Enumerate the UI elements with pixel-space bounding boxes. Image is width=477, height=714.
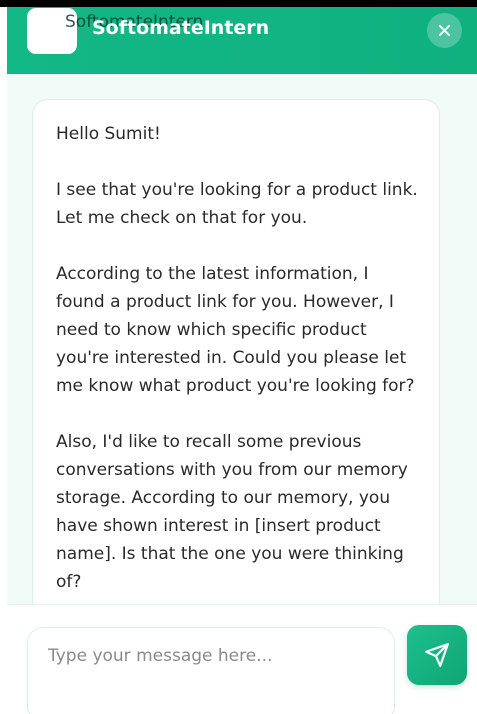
- message-paragraph: Also, I'd like to recall some previous c…: [56, 432, 408, 592]
- bot-message-bubble: Hello Sumit! I see that you're looking f…: [32, 99, 440, 604]
- chat-header: SoftomateIntern SoftomateIntern: [7, 7, 477, 74]
- message-list[interactable]: Hello Sumit! I see that you're looking f…: [7, 74, 477, 604]
- send-button[interactable]: [407, 625, 467, 685]
- close-icon: [439, 25, 450, 36]
- message-input[interactable]: [28, 628, 394, 714]
- message-input-wrapper: [27, 627, 395, 714]
- message-composer: [7, 604, 477, 714]
- send-icon: [425, 643, 449, 667]
- message-paragraph: I see that you're looking for a product …: [56, 180, 418, 228]
- window-top-edge: [0, 0, 477, 7]
- chat-title: SoftomateIntern: [92, 17, 270, 39]
- chat-widget: SoftomateIntern SoftomateIntern Hello Su…: [7, 7, 477, 714]
- close-button[interactable]: [427, 13, 462, 48]
- message-paragraph: According to the latest information, I f…: [56, 264, 415, 396]
- message-paragraph: Hello Sumit!: [56, 124, 161, 144]
